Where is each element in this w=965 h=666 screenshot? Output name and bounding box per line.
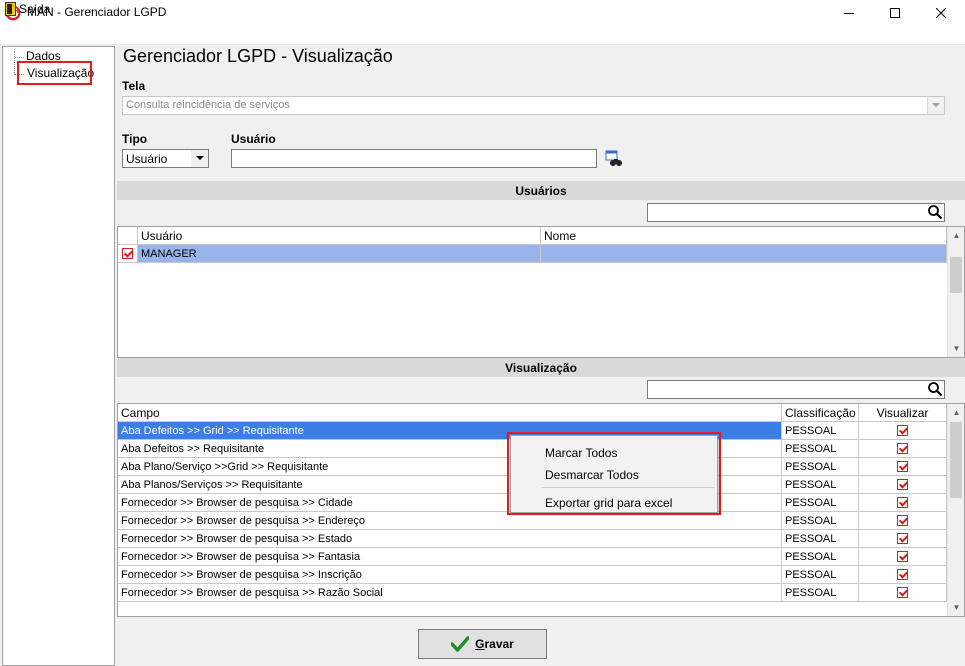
- maximize-icon: [890, 8, 900, 18]
- close-button[interactable]: [918, 0, 964, 26]
- binoculars-search-icon[interactable]: [605, 150, 623, 168]
- usuarios-grid: Usuário Nome MANAGER ▲ ▼: [117, 226, 965, 358]
- annotation-highlight-box: [507, 432, 721, 515]
- grid-header-visualizar[interactable]: Visualizar: [859, 404, 947, 422]
- cell-campo: Fornecedor >> Browser de pesquisa >> Raz…: [118, 584, 782, 602]
- tela-label: Tela: [122, 79, 146, 93]
- visualizacao-grid-scrollbar[interactable]: ▲ ▼: [947, 404, 964, 616]
- checkbox-checked[interactable]: [897, 551, 908, 562]
- cell-visualizar[interactable]: [859, 566, 947, 584]
- navigation-tree: Dados Visualização: [2, 46, 115, 666]
- menu-bar: [0, 26, 965, 45]
- page-title: Gerenciador LGPD - Visualização: [123, 46, 393, 66]
- row-check-cell[interactable]: [118, 245, 138, 263]
- maximize-button[interactable]: [872, 0, 918, 26]
- grid-header-campo[interactable]: Campo: [118, 404, 782, 422]
- save-button-label: Gravar: [475, 637, 514, 651]
- cell-visualizar[interactable]: [859, 458, 947, 476]
- usuario-input[interactable]: [231, 149, 597, 168]
- checkbox-checked[interactable]: [122, 248, 133, 259]
- close-icon: [936, 8, 946, 18]
- cell-classificacao: PESSOAL: [782, 548, 859, 566]
- cell-classificacao: PESSOAL: [782, 566, 859, 584]
- scroll-up-icon[interactable]: ▲: [948, 404, 964, 421]
- cell-classificacao: PESSOAL: [782, 476, 859, 494]
- minimize-button[interactable]: [826, 0, 872, 26]
- cell-visualizar[interactable]: [859, 530, 947, 548]
- scroll-down-icon[interactable]: ▼: [948, 340, 964, 357]
- checkmark-icon: [451, 636, 470, 652]
- cell-classificacao: PESSOAL: [782, 584, 859, 602]
- usuarios-search-input[interactable]: [647, 203, 945, 222]
- tela-combobox-value: Consulta reincidência de serviços: [126, 99, 290, 111]
- chevron-down-icon: [195, 156, 204, 160]
- cell-usuario: MANAGER: [138, 245, 541, 263]
- grid-header-nome[interactable]: Nome: [541, 227, 947, 245]
- cell-classificacao: PESSOAL: [782, 422, 859, 440]
- checkbox-checked[interactable]: [897, 587, 908, 598]
- door-exit-icon: [5, 2, 16, 16]
- scroll-thumb[interactable]: [950, 257, 962, 293]
- save-button-label-rest: ravar: [484, 637, 514, 651]
- cell-campo: Fornecedor >> Browser de pesquisa >> Est…: [118, 530, 782, 548]
- cell-classificacao: PESSOAL: [782, 512, 859, 530]
- checkbox-checked[interactable]: [897, 533, 908, 544]
- usuarios-section-title: Usuários: [515, 183, 567, 198]
- minimize-icon: [844, 13, 854, 14]
- cell-classificacao: PESSOAL: [782, 458, 859, 476]
- cell-classificacao: PESSOAL: [782, 530, 859, 548]
- usuarios-section-header: Usuários: [117, 181, 965, 200]
- cell-visualizar[interactable]: [859, 548, 947, 566]
- cell-visualizar[interactable]: [859, 512, 947, 530]
- cell-campo: Fornecedor >> Browser de pesquisa >> Ins…: [118, 566, 782, 584]
- chevron-down-icon: [932, 103, 940, 107]
- tipo-select-dropdown[interactable]: [191, 150, 208, 167]
- visualizacao-search-input[interactable]: [647, 380, 945, 399]
- checkbox-checked[interactable]: [897, 461, 908, 472]
- tela-combobox-dropdown[interactable]: [927, 97, 944, 114]
- cell-classificacao: PESSOAL: [782, 494, 859, 512]
- search-icon[interactable]: [927, 381, 943, 397]
- cell-visualizar[interactable]: [859, 584, 947, 602]
- tree-connector: [15, 57, 24, 58]
- usuarios-grid-scrollbar[interactable]: ▲ ▼: [947, 227, 964, 357]
- scroll-up-icon[interactable]: ▲: [948, 227, 964, 244]
- cell-visualizar[interactable]: [859, 422, 947, 440]
- scroll-down-icon[interactable]: ▼: [948, 599, 964, 616]
- cell-visualizar[interactable]: [859, 476, 947, 494]
- visualizacao-section-header: Visualização: [117, 358, 965, 377]
- cell-visualizar[interactable]: [859, 494, 947, 512]
- annotation-highlight-box: [17, 61, 92, 85]
- menu-item-exit[interactable]: Saída: [19, 2, 50, 16]
- grid-header-classificacao[interactable]: Classificação: [782, 404, 859, 422]
- checkbox-checked[interactable]: [897, 515, 908, 526]
- cell-classificacao: PESSOAL: [782, 440, 859, 458]
- checkbox-checked[interactable]: [897, 497, 908, 508]
- save-button[interactable]: Gravar: [418, 629, 547, 659]
- tipo-label: Tipo: [122, 132, 148, 146]
- visualizacao-section-title: Visualização: [505, 360, 577, 375]
- scroll-thumb[interactable]: [950, 422, 962, 498]
- tela-combobox[interactable]: Consulta reincidência de serviços: [122, 96, 945, 115]
- checkbox-checked[interactable]: [897, 425, 908, 436]
- cell-campo: Fornecedor >> Browser de pesquisa >> Fan…: [118, 548, 782, 566]
- checkbox-checked[interactable]: [897, 479, 908, 490]
- cell-visualizar[interactable]: [859, 440, 947, 458]
- checkbox-checked[interactable]: [897, 443, 908, 454]
- usuario-label: Usuário: [231, 132, 276, 146]
- grid-header-check: [118, 227, 138, 245]
- cell-nome: [541, 245, 947, 263]
- grid-header-usuario[interactable]: Usuário: [138, 227, 541, 245]
- tipo-select-value: Usuário: [126, 152, 168, 166]
- search-icon[interactable]: [927, 204, 943, 220]
- checkbox-checked[interactable]: [897, 569, 908, 580]
- tree-connector: [14, 51, 15, 75]
